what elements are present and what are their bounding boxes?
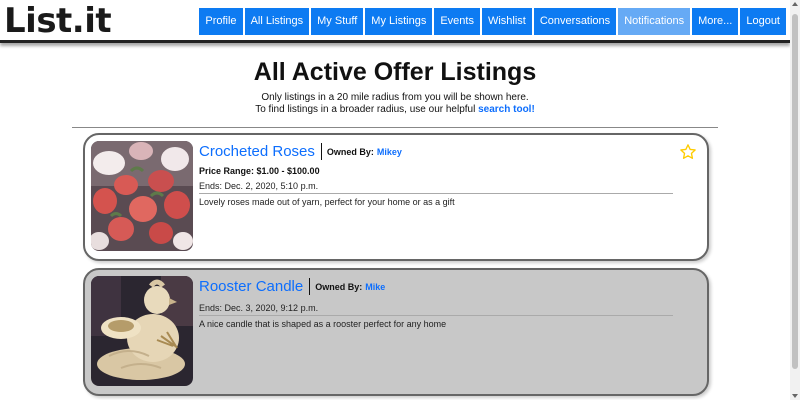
radius-notice-prefix: To find listings in a broader radius, us…	[255, 104, 479, 115]
listing-image-roses[interactable]	[91, 141, 193, 251]
nav-profile[interactable]: Profile	[199, 8, 243, 35]
end-date: Ends: Dec. 2, 2020, 5:10 p.m.	[199, 181, 319, 191]
header-divider	[72, 127, 718, 128]
listing-description: Lovely roses made out of yarn, perfect f…	[199, 197, 455, 207]
nav-all-listings[interactable]: All Listings	[244, 8, 310, 35]
page-scrollbar[interactable]	[790, 0, 800, 400]
radius-notice-line1: Only listings in a 20 mile radius from y…	[261, 92, 529, 103]
listing-description: A nice candle that is shaped as a rooste…	[199, 319, 447, 329]
nav-wishlist[interactable]: Wishlist	[481, 8, 532, 35]
scroll-up-arrow-icon[interactable]	[792, 2, 798, 6]
page-title: All Active Offer Listings	[253, 58, 537, 86]
listing-card[interactable]: Rooster Candle Owned By: Mike Ends: Dec.…	[83, 268, 709, 396]
owner-link[interactable]: Mike	[365, 282, 385, 292]
star-outline-icon[interactable]	[679, 143, 697, 161]
scroll-down-arrow-icon[interactable]	[792, 394, 798, 398]
scroll-thumb[interactable]	[792, 14, 798, 369]
nav-my-listings[interactable]: My Listings	[365, 8, 433, 35]
radius-notice-line2: To find listings in a broader radius, us…	[0, 104, 790, 116]
price-range: Price Range: $1.00 - $100.00	[199, 166, 320, 176]
nav-conversations[interactable]: Conversations	[533, 8, 617, 35]
listing-title[interactable]: Crocheted Roses	[199, 143, 315, 160]
site-logo[interactable]: List.it	[4, 1, 112, 41]
nav-notifications[interactable]: Notifications	[618, 8, 691, 35]
nav-logout[interactable]: Logout	[740, 8, 786, 35]
listing-title-row: Crocheted Roses Owned By: Mikey	[199, 143, 402, 160]
radius-notice: Only listings in a 20 mile radius from y…	[0, 92, 790, 116]
nav-menu: Profile All Listings My Stuff My Listing…	[199, 8, 786, 35]
owner-label: Owned By:	[326, 146, 374, 157]
nav-more[interactable]: More...	[692, 8, 739, 35]
title-separator	[320, 143, 322, 160]
title-separator	[309, 278, 311, 295]
listing-title-row: Rooster Candle Owned By: Mike	[199, 278, 385, 295]
search-tool-link[interactable]: search tool!	[478, 104, 535, 115]
listing-rule	[199, 193, 673, 194]
listing-card[interactable]: Crocheted Roses Owned By: Mikey Price Ra…	[83, 133, 709, 261]
navbar: List.it Profile All Listings My Stuff My…	[0, 0, 790, 43]
nav-events[interactable]: Events	[434, 8, 480, 35]
listing-rule	[199, 315, 673, 316]
listing-image-rooster-candle[interactable]	[91, 276, 193, 386]
owner-label: Owned By:	[315, 281, 363, 292]
page-header: All Active Offer Listings Only listings …	[0, 56, 790, 116]
nav-my-stuff[interactable]: My Stuff	[311, 8, 364, 35]
owner-link[interactable]: Mikey	[377, 147, 402, 157]
end-date: Ends: Dec. 3, 2020, 9:12 p.m.	[199, 303, 319, 313]
listing-title[interactable]: Rooster Candle	[199, 278, 303, 295]
